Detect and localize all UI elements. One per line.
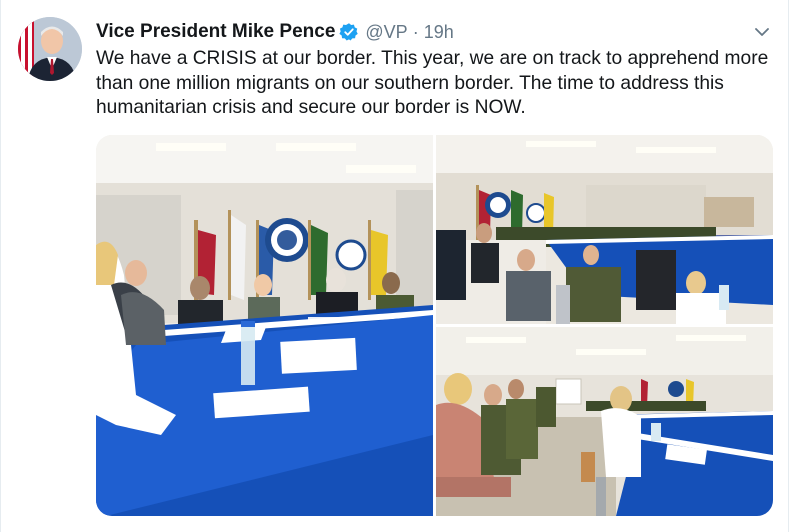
avatar[interactable]	[18, 17, 82, 81]
tweet-header: Vice President Mike Pence @VP · 19h	[96, 20, 454, 44]
author-name[interactable]: Vice President Mike Pence	[96, 21, 335, 43]
tweet-card[interactable]: Vice President Mike Pence @VP · 19h We h…	[0, 0, 789, 532]
photo-3-image	[436, 327, 773, 516]
photo-roundtable-side[interactable]	[436, 327, 773, 516]
photo-roundtable-wide[interactable]	[436, 135, 773, 324]
header-separator: ·	[412, 21, 419, 42]
verified-badge-icon	[339, 23, 359, 41]
chevron-down-icon[interactable]	[752, 22, 772, 42]
photo-2-image	[436, 135, 773, 324]
photo-roundtable-meeting[interactable]	[96, 135, 433, 516]
photo-1-image	[96, 135, 433, 516]
avatar-image	[18, 17, 82, 81]
tweet-timestamp[interactable]: 19h	[424, 22, 454, 43]
tweet-text: We have a CRISIS at our border. This yea…	[96, 48, 769, 118]
author-handle[interactable]: @VP	[365, 22, 407, 43]
media-grid	[96, 135, 773, 516]
